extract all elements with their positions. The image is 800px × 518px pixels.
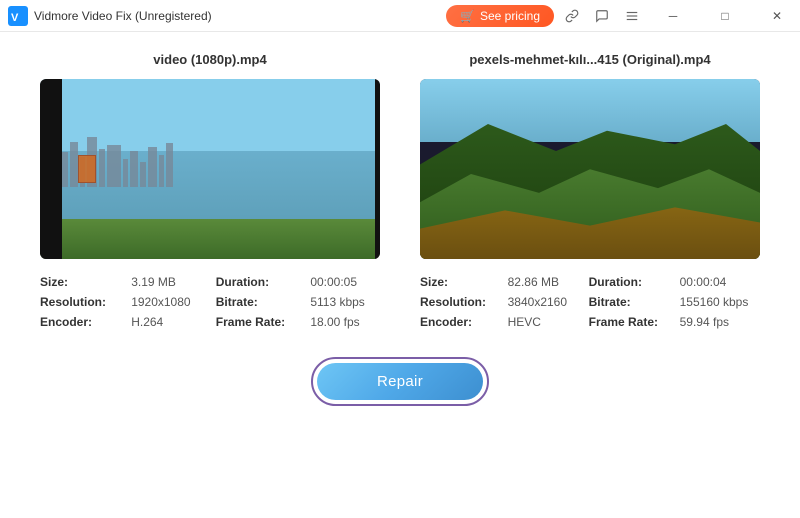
right-encoder-value: HEVC bbox=[508, 315, 579, 329]
left-encoder-label: Encoder: bbox=[40, 315, 121, 329]
right-video-meta: Size: 82.86 MB Duration: 00:00:04 Resolu… bbox=[420, 275, 760, 329]
svg-text:V: V bbox=[11, 12, 19, 24]
right-framerate-value: 59.94 fps bbox=[680, 315, 760, 329]
right-bitrate-label: Bitrate: bbox=[589, 295, 670, 309]
left-bitrate-label: Bitrate: bbox=[216, 295, 301, 309]
right-video-title: pexels-mehmet-kılı...415 (Original).mp4 bbox=[420, 52, 760, 67]
link-icon-button[interactable] bbox=[560, 4, 584, 28]
right-duration-label: Duration: bbox=[589, 275, 670, 289]
left-video-meta: Size: 3.19 MB Duration: 00:00:05 Resolut… bbox=[40, 275, 380, 329]
mountain-body bbox=[420, 124, 760, 259]
left-size-label: Size: bbox=[40, 275, 121, 289]
see-pricing-label: See pricing bbox=[480, 9, 540, 23]
right-resolution-value: 3840x2160 bbox=[508, 295, 579, 309]
right-size-value: 82.86 MB bbox=[508, 275, 579, 289]
left-encoder-value: H.264 bbox=[131, 315, 206, 329]
left-video-thumbnail bbox=[40, 79, 380, 259]
left-video-title: video (1080p).mp4 bbox=[40, 52, 380, 67]
right-size-label: Size: bbox=[420, 275, 498, 289]
left-size-value: 3.19 MB bbox=[131, 275, 206, 289]
videos-row: video (1080p).mp4 bbox=[40, 52, 760, 329]
right-video-thumbnail bbox=[420, 79, 760, 259]
left-resolution-label: Resolution: bbox=[40, 295, 121, 309]
orange-square bbox=[78, 155, 96, 183]
menu-icon-button[interactable] bbox=[620, 4, 644, 28]
left-resolution-value: 1920x1080 bbox=[131, 295, 206, 309]
left-framerate-label: Frame Rate: bbox=[216, 315, 301, 329]
maximize-button[interactable]: □ bbox=[702, 0, 748, 32]
app-logo: V bbox=[8, 6, 28, 26]
left-duration-value: 00:00:05 bbox=[310, 275, 380, 289]
left-framerate-value: 18.00 fps bbox=[310, 315, 380, 329]
titlebar: V Vidmore Video Fix (Unregistered) 🛒 See… bbox=[0, 0, 800, 32]
titlebar-actions: 🛒 See pricing ─ □ ✕ bbox=[446, 0, 800, 32]
right-resolution-label: Resolution: bbox=[420, 295, 498, 309]
left-video-panel: video (1080p).mp4 bbox=[40, 52, 380, 329]
right-bitrate-value: 155160 kbps bbox=[680, 295, 760, 309]
see-pricing-button[interactable]: 🛒 See pricing bbox=[446, 5, 554, 27]
close-icon: ✕ bbox=[772, 9, 782, 23]
main-content: video (1080p).mp4 bbox=[0, 32, 800, 426]
chat-icon-button[interactable] bbox=[590, 4, 614, 28]
city-skyline bbox=[62, 137, 375, 187]
grass-area bbox=[62, 219, 375, 259]
cart-icon: 🛒 bbox=[460, 9, 475, 23]
maximize-icon: □ bbox=[721, 9, 728, 23]
close-button[interactable]: ✕ bbox=[754, 0, 800, 32]
repair-button-wrapper: Repair bbox=[311, 357, 489, 406]
minimize-button[interactable]: ─ bbox=[650, 0, 696, 32]
repair-button[interactable]: Repair bbox=[317, 363, 483, 400]
right-encoder-label: Encoder: bbox=[420, 315, 498, 329]
right-video-panel: pexels-mehmet-kılı...415 (Original).mp4 … bbox=[420, 52, 760, 329]
right-framerate-label: Frame Rate: bbox=[589, 315, 670, 329]
minimize-icon: ─ bbox=[669, 9, 678, 23]
right-duration-value: 00:00:04 bbox=[680, 275, 760, 289]
left-bitrate-value: 5113 kbps bbox=[310, 295, 380, 309]
left-duration-label: Duration: bbox=[216, 275, 301, 289]
repair-section: Repair bbox=[40, 357, 760, 406]
